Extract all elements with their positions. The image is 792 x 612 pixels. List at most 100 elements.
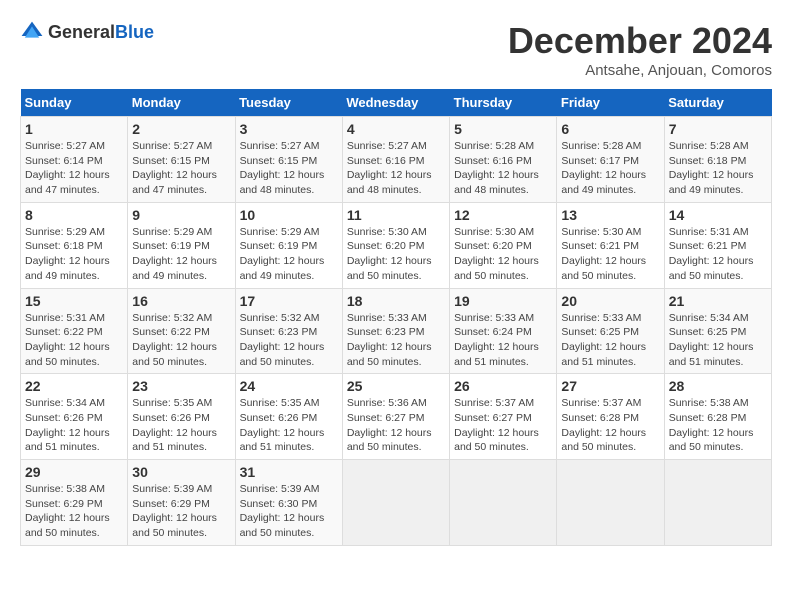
calendar-cell: 14 Sunrise: 5:31 AMSunset: 6:21 PMDaylig…	[664, 202, 771, 288]
calendar-cell	[664, 460, 771, 546]
day-detail: Sunrise: 5:30 AMSunset: 6:21 PMDaylight:…	[561, 226, 646, 282]
day-number: 26	[454, 378, 552, 394]
day-number: 30	[132, 464, 230, 480]
calendar-cell: 18 Sunrise: 5:33 AMSunset: 6:23 PMDaylig…	[342, 288, 449, 374]
calendar-cell: 3 Sunrise: 5:27 AMSunset: 6:15 PMDayligh…	[235, 117, 342, 203]
day-detail: Sunrise: 5:29 AMSunset: 6:19 PMDaylight:…	[240, 226, 325, 282]
day-number: 24	[240, 378, 338, 394]
day-number: 1	[25, 121, 123, 137]
calendar-cell: 5 Sunrise: 5:28 AMSunset: 6:16 PMDayligh…	[450, 117, 557, 203]
weekday-header-friday: Friday	[557, 89, 664, 117]
day-detail: Sunrise: 5:31 AMSunset: 6:21 PMDaylight:…	[669, 226, 754, 282]
day-detail: Sunrise: 5:29 AMSunset: 6:18 PMDaylight:…	[25, 226, 110, 282]
day-detail: Sunrise: 5:27 AMSunset: 6:14 PMDaylight:…	[25, 140, 110, 196]
day-number: 9	[132, 207, 230, 223]
day-number: 21	[669, 293, 767, 309]
day-detail: Sunrise: 5:38 AMSunset: 6:29 PMDaylight:…	[25, 483, 110, 539]
calendar-cell: 25 Sunrise: 5:36 AMSunset: 6:27 PMDaylig…	[342, 374, 449, 460]
day-detail: Sunrise: 5:28 AMSunset: 6:16 PMDaylight:…	[454, 140, 539, 196]
day-number: 22	[25, 378, 123, 394]
logo-blue: Blue	[115, 22, 154, 42]
day-number: 15	[25, 293, 123, 309]
calendar-cell: 19 Sunrise: 5:33 AMSunset: 6:24 PMDaylig…	[450, 288, 557, 374]
day-detail: Sunrise: 5:37 AMSunset: 6:27 PMDaylight:…	[454, 397, 539, 453]
calendar-cell: 9 Sunrise: 5:29 AMSunset: 6:19 PMDayligh…	[128, 202, 235, 288]
calendar-cell: 10 Sunrise: 5:29 AMSunset: 6:19 PMDaylig…	[235, 202, 342, 288]
day-detail: Sunrise: 5:33 AMSunset: 6:25 PMDaylight:…	[561, 312, 646, 368]
day-detail: Sunrise: 5:27 AMSunset: 6:16 PMDaylight:…	[347, 140, 432, 196]
weekday-header-monday: Monday	[128, 89, 235, 117]
calendar-cell: 21 Sunrise: 5:34 AMSunset: 6:25 PMDaylig…	[664, 288, 771, 374]
calendar-cell: 22 Sunrise: 5:34 AMSunset: 6:26 PMDaylig…	[21, 374, 128, 460]
calendar-cell	[450, 460, 557, 546]
day-detail: Sunrise: 5:33 AMSunset: 6:24 PMDaylight:…	[454, 312, 539, 368]
month-title: December 2024	[508, 20, 772, 62]
calendar-cell: 24 Sunrise: 5:35 AMSunset: 6:26 PMDaylig…	[235, 374, 342, 460]
calendar-week-row: 8 Sunrise: 5:29 AMSunset: 6:18 PMDayligh…	[21, 202, 772, 288]
day-detail: Sunrise: 5:27 AMSunset: 6:15 PMDaylight:…	[240, 140, 325, 196]
day-number: 18	[347, 293, 445, 309]
calendar-week-row: 29 Sunrise: 5:38 AMSunset: 6:29 PMDaylig…	[21, 460, 772, 546]
day-detail: Sunrise: 5:28 AMSunset: 6:18 PMDaylight:…	[669, 140, 754, 196]
day-number: 25	[347, 378, 445, 394]
calendar-week-row: 15 Sunrise: 5:31 AMSunset: 6:22 PMDaylig…	[21, 288, 772, 374]
calendar-week-row: 22 Sunrise: 5:34 AMSunset: 6:26 PMDaylig…	[21, 374, 772, 460]
weekday-header-tuesday: Tuesday	[235, 89, 342, 117]
day-number: 3	[240, 121, 338, 137]
day-detail: Sunrise: 5:35 AMSunset: 6:26 PMDaylight:…	[132, 397, 217, 453]
weekday-header-row: SundayMondayTuesdayWednesdayThursdayFrid…	[21, 89, 772, 117]
day-number: 13	[561, 207, 659, 223]
calendar-cell	[342, 460, 449, 546]
calendar-cell: 12 Sunrise: 5:30 AMSunset: 6:20 PMDaylig…	[450, 202, 557, 288]
calendar-cell: 28 Sunrise: 5:38 AMSunset: 6:28 PMDaylig…	[664, 374, 771, 460]
calendar-table: SundayMondayTuesdayWednesdayThursdayFrid…	[20, 89, 772, 546]
day-number: 23	[132, 378, 230, 394]
calendar-cell: 4 Sunrise: 5:27 AMSunset: 6:16 PMDayligh…	[342, 117, 449, 203]
day-number: 4	[347, 121, 445, 137]
day-detail: Sunrise: 5:37 AMSunset: 6:28 PMDaylight:…	[561, 397, 646, 453]
calendar-cell: 17 Sunrise: 5:32 AMSunset: 6:23 PMDaylig…	[235, 288, 342, 374]
calendar-cell: 11 Sunrise: 5:30 AMSunset: 6:20 PMDaylig…	[342, 202, 449, 288]
day-detail: Sunrise: 5:35 AMSunset: 6:26 PMDaylight:…	[240, 397, 325, 453]
day-number: 10	[240, 207, 338, 223]
weekday-header-sunday: Sunday	[21, 89, 128, 117]
day-number: 29	[25, 464, 123, 480]
calendar-cell: 27 Sunrise: 5:37 AMSunset: 6:28 PMDaylig…	[557, 374, 664, 460]
day-detail: Sunrise: 5:30 AMSunset: 6:20 PMDaylight:…	[347, 226, 432, 282]
calendar-cell: 16 Sunrise: 5:32 AMSunset: 6:22 PMDaylig…	[128, 288, 235, 374]
day-number: 20	[561, 293, 659, 309]
day-number: 5	[454, 121, 552, 137]
day-detail: Sunrise: 5:32 AMSunset: 6:22 PMDaylight:…	[132, 312, 217, 368]
day-detail: Sunrise: 5:38 AMSunset: 6:28 PMDaylight:…	[669, 397, 754, 453]
calendar-cell: 1 Sunrise: 5:27 AMSunset: 6:14 PMDayligh…	[21, 117, 128, 203]
day-number: 6	[561, 121, 659, 137]
weekday-header-thursday: Thursday	[450, 89, 557, 117]
calendar-cell: 13 Sunrise: 5:30 AMSunset: 6:21 PMDaylig…	[557, 202, 664, 288]
calendar-cell: 26 Sunrise: 5:37 AMSunset: 6:27 PMDaylig…	[450, 374, 557, 460]
day-detail: Sunrise: 5:34 AMSunset: 6:25 PMDaylight:…	[669, 312, 754, 368]
logo-text: GeneralBlue	[48, 22, 154, 43]
calendar-cell: 31 Sunrise: 5:39 AMSunset: 6:30 PMDaylig…	[235, 460, 342, 546]
day-detail: Sunrise: 5:34 AMSunset: 6:26 PMDaylight:…	[25, 397, 110, 453]
day-number: 7	[669, 121, 767, 137]
logo: GeneralBlue	[20, 20, 154, 44]
logo-icon	[20, 20, 44, 44]
day-detail: Sunrise: 5:27 AMSunset: 6:15 PMDaylight:…	[132, 140, 217, 196]
calendar-cell: 15 Sunrise: 5:31 AMSunset: 6:22 PMDaylig…	[21, 288, 128, 374]
calendar-cell: 8 Sunrise: 5:29 AMSunset: 6:18 PMDayligh…	[21, 202, 128, 288]
calendar-cell: 29 Sunrise: 5:38 AMSunset: 6:29 PMDaylig…	[21, 460, 128, 546]
logo-general: General	[48, 22, 115, 42]
calendar-week-row: 1 Sunrise: 5:27 AMSunset: 6:14 PMDayligh…	[21, 117, 772, 203]
title-area: December 2024 Antsahe, Anjouan, Comoros	[508, 20, 772, 79]
day-number: 14	[669, 207, 767, 223]
day-number: 11	[347, 207, 445, 223]
day-detail: Sunrise: 5:30 AMSunset: 6:20 PMDaylight:…	[454, 226, 539, 282]
day-detail: Sunrise: 5:32 AMSunset: 6:23 PMDaylight:…	[240, 312, 325, 368]
day-number: 17	[240, 293, 338, 309]
calendar-cell: 7 Sunrise: 5:28 AMSunset: 6:18 PMDayligh…	[664, 117, 771, 203]
day-number: 8	[25, 207, 123, 223]
location-subtitle: Antsahe, Anjouan, Comoros	[508, 62, 772, 79]
day-number: 28	[669, 378, 767, 394]
day-number: 27	[561, 378, 659, 394]
day-number: 31	[240, 464, 338, 480]
